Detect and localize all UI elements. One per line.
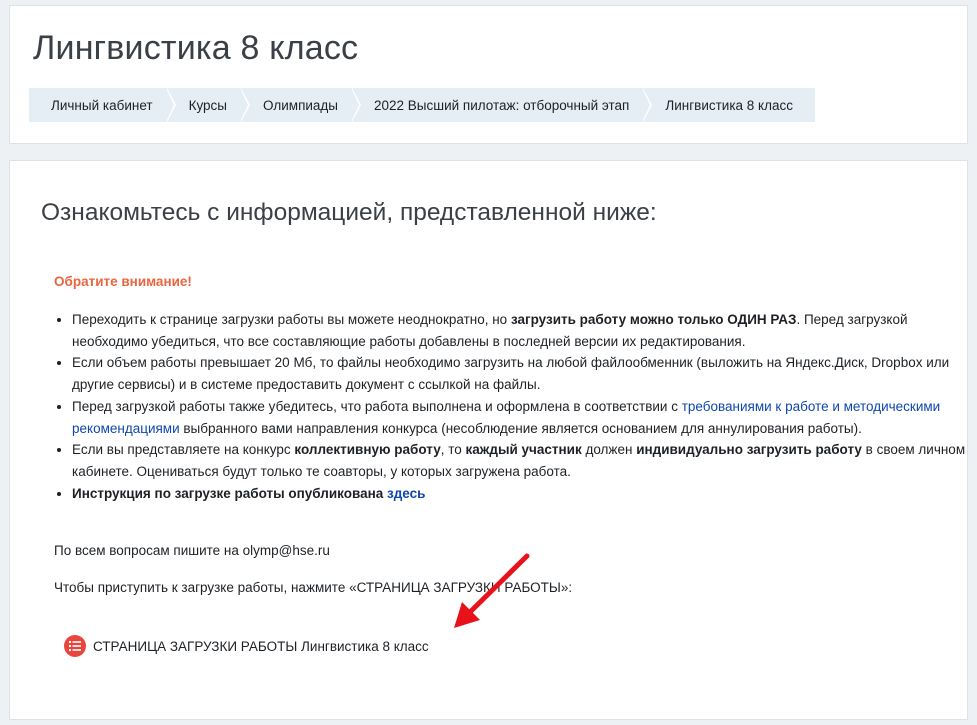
- breadcrumb-label[interactable]: Лингвистика 8 класс: [665, 98, 793, 113]
- rule-emphasis: Инструкция по загрузке работы опубликова…: [72, 485, 388, 501]
- rule-text: выбранного вами направления конкурса (не…: [179, 420, 862, 436]
- rule-text: , то: [440, 442, 466, 458]
- breadcrumb: Личный кабинет Курсы Олимпиады 2022 Высш…: [29, 88, 816, 122]
- breadcrumb-label[interactable]: 2022 Высший пилотаж: отборочный этап: [374, 98, 629, 113]
- rule-item-collective: Если вы представляете на конкурс коллект…: [72, 439, 967, 482]
- rule-text: Перед загрузкой работы также убедитесь, …: [72, 398, 682, 414]
- section-heading: Ознакомьтесь с информацией, представленн…: [41, 199, 657, 226]
- rule-text: Переходить к странице загрузки работы вы…: [72, 312, 511, 327]
- breadcrumb-separator-fill: [165, 88, 174, 122]
- upload-page-link[interactable]: СТРАНИЦА ЗАГРУЗКИ РАБОТЫ Лингвистика 8 к…: [64, 635, 429, 657]
- breadcrumb-label[interactable]: Личный кабинет: [51, 98, 153, 113]
- rule-text: Если вы представляете на конкурс: [72, 442, 295, 458]
- breadcrumb-separator-fill: [642, 88, 651, 122]
- page-title: Лингвистика 8 класс: [33, 29, 359, 67]
- rule-item-one-upload: Переходить к странице загрузки работы вы…: [72, 309, 967, 352]
- rule-text: Если объем работы превышает 20 Мб, то фа…: [72, 355, 950, 393]
- rule-emphasis: коллективную работу: [294, 442, 441, 458]
- rule-text: должен: [581, 442, 637, 458]
- rule-emphasis: каждый участник: [465, 442, 582, 458]
- breadcrumb-label[interactable]: Курсы: [189, 98, 227, 113]
- breadcrumb-separator-fill: [240, 88, 249, 122]
- breadcrumb-item-olympiads[interactable]: Олимпиады: [241, 88, 362, 122]
- rule-item-requirements: Перед загрузкой работы также убедитесь, …: [72, 396, 967, 439]
- breadcrumb-item-current[interactable]: Лингвистика 8 класс: [643, 88, 815, 122]
- breadcrumb-label[interactable]: Олимпиады: [263, 98, 338, 113]
- instructions-link[interactable]: здесь: [387, 486, 425, 501]
- breadcrumb-separator-fill: [351, 88, 360, 122]
- breadcrumb-item-courses[interactable]: Курсы: [167, 88, 251, 122]
- list-icon: [64, 635, 86, 657]
- contact-text: По всем вопросам пишите на olymp@hse.ru: [54, 543, 330, 558]
- rule-item-instructions: Инструкция по загрузке работы опубликова…: [72, 483, 967, 505]
- rule-emphasis: загрузить работу можно только ОДИН РАЗ: [510, 312, 797, 327]
- red-arrow-icon: [454, 553, 530, 628]
- breadcrumb-item-stage[interactable]: 2022 Высший пилотаж: отборочный этап: [352, 88, 653, 122]
- upload-link-label[interactable]: СТРАНИЦА ЗАГРУЗКИ РАБОТЫ Лингвистика 8 к…: [93, 639, 429, 654]
- notice-label: Обратите внимание!: [54, 274, 192, 289]
- rule-emphasis: индивидуально загрузить работу: [636, 442, 862, 458]
- breadcrumb-item-dashboard[interactable]: Личный кабинет: [29, 88, 176, 122]
- rule-item-file-size: Если объем работы превышает 20 Мб, то фа…: [72, 352, 967, 395]
- page-header: Лингвистика 8 класс Личный кабинет Курсы…: [9, 5, 968, 144]
- rules-list: Переходить к странице загрузки работы вы…: [54, 309, 967, 504]
